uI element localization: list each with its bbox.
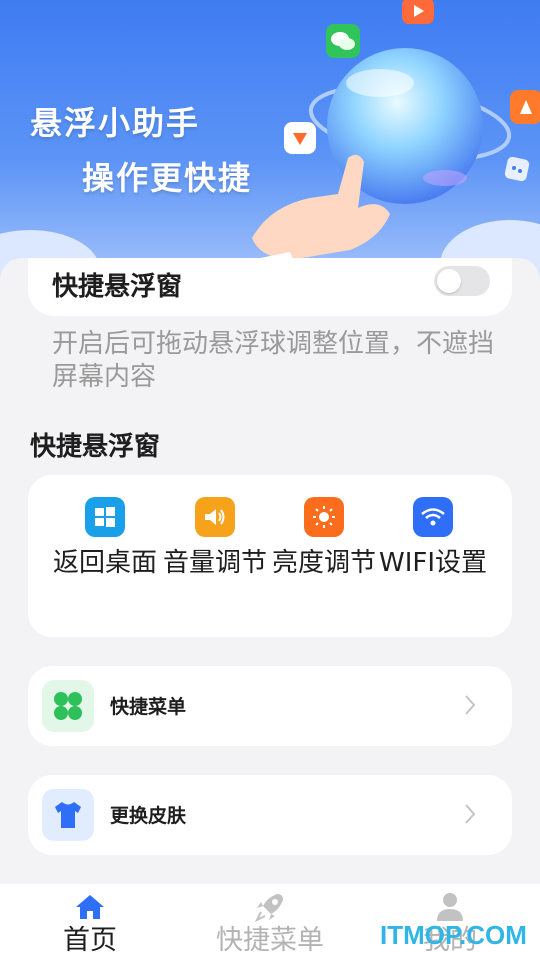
rocket-icon: [190, 890, 350, 924]
banner-title-line2: 操作更快捷: [82, 159, 253, 197]
quick-action-volume[interactable]: 音量调节: [160, 497, 270, 580]
menu-row-label: 更换皮肤: [110, 805, 187, 827]
menu-row-change-skin[interactable]: 更换皮肤: [28, 775, 512, 855]
quick-action-wifi[interactable]: WIFI设置: [378, 497, 488, 580]
quick-action-brightness[interactable]: 亮度调节: [269, 497, 379, 580]
nav-tab-label: 首页: [63, 925, 117, 956]
user-icon: [370, 890, 530, 924]
menu-row-quick-menu[interactable]: 快捷菜单: [28, 666, 512, 746]
quick-actions-card: 返回桌面 音量调节 亮度调节 WIFI设置: [28, 475, 512, 637]
banner-title-line1: 悬浮小助手: [30, 104, 201, 142]
quick-action-home[interactable]: 返回桌面: [50, 497, 160, 580]
chevron-right-icon: [465, 804, 476, 824]
quick-action-label: 亮度调节: [271, 548, 376, 578]
floating-ball-illustration: [230, 48, 512, 290]
clover-icon: [42, 680, 94, 732]
quick-action-label: WIFI设置: [379, 548, 487, 578]
floating-window-description: 开启后可拖动悬浮球调整位置，不遮挡屏幕内容: [52, 329, 495, 392]
home-icon: [10, 890, 170, 924]
nav-tab-label: 快捷菜单: [216, 925, 324, 956]
floating-window-card: 快捷悬浮窗: [28, 258, 512, 316]
video-app-icon: [402, 0, 434, 24]
speaker-icon: [195, 497, 235, 537]
section-title: 快捷悬浮窗: [30, 432, 161, 462]
sun-icon: [304, 497, 344, 537]
wifi-icon: [413, 497, 453, 537]
main-content: 快捷悬浮窗 开启后可拖动悬浮球调整位置，不遮挡屏幕内容 快捷悬浮窗 返回桌面 音…: [0, 258, 540, 884]
chevron-right-icon: [465, 695, 476, 715]
switch-knob: [437, 269, 461, 293]
nav-tab-home[interactable]: 首页: [10, 890, 170, 958]
quick-action-label: 返回桌面: [52, 548, 157, 578]
watermark: ITMOP.COM: [380, 920, 527, 950]
floating-window-switch[interactable]: [434, 266, 490, 296]
menu-row-label: 快捷菜单: [110, 696, 187, 718]
floating-window-label: 快捷悬浮窗: [52, 272, 183, 302]
hero-banner: 悬浮小助手 操作更快捷: [0, 0, 540, 290]
nav-tab-quick-menu[interactable]: 快捷菜单: [190, 890, 350, 958]
tshirt-icon: [42, 789, 94, 841]
quick-action-label: 音量调节: [162, 548, 267, 578]
windows-icon: [85, 497, 125, 537]
